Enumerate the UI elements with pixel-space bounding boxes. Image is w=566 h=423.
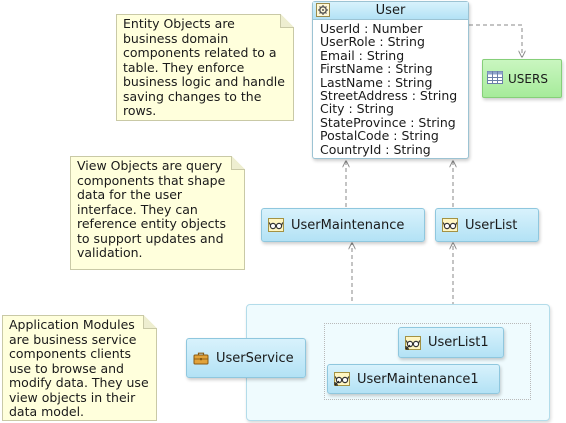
entity-header: User — [313, 2, 468, 20]
view-instance-label: UserMaintenance1 — [357, 371, 479, 387]
view-instance-icon — [334, 372, 350, 386]
entity-object-user[interactable]: User UserId : Number UserRole : String E… — [312, 1, 469, 159]
entity-attribute: FirstName : String — [320, 61, 433, 77]
entity-title: User — [375, 3, 406, 18]
entity-attribute: UserId : Number — [320, 21, 423, 36]
view-object-user-list[interactable]: UserList — [435, 208, 539, 242]
entity-attribute: LastName : String — [320, 74, 433, 90]
entity-attribute: PostalCode : String — [320, 128, 439, 144]
view-object-label: UserList — [465, 217, 518, 233]
app-note-text: Application Modules are business service… — [9, 317, 149, 419]
table-label: USERS — [508, 71, 548, 86]
table-grid-icon — [487, 70, 503, 87]
note-fold — [143, 315, 157, 329]
gear-entity-icon — [316, 3, 330, 22]
view-note-text: View Objects are query components that s… — [77, 158, 226, 260]
application-modules-note: Application Modules are business service… — [2, 315, 157, 421]
entity-to-table-connector — [469, 24, 522, 57]
view-object-user-maintenance[interactable]: UserMaintenance — [261, 208, 425, 242]
view-object-glasses-icon — [442, 218, 458, 232]
note-fold — [280, 14, 294, 28]
entity-attribute: CountryId : String — [320, 141, 431, 157]
entity-attribute: UserRole : String — [320, 34, 425, 50]
briefcase-icon — [193, 352, 209, 365]
application-module-user-service[interactable]: UserService — [186, 338, 306, 378]
entity-attribute-list: UserId : Number UserRole : String Email … — [313, 20, 468, 156]
entity-attribute: Email : String — [320, 47, 405, 63]
view-instance-label: UserList1 — [428, 335, 489, 350]
entity-attribute: City : String — [320, 101, 394, 117]
view-objects-note: View Objects are query components that s… — [70, 156, 245, 270]
app-module-label: UserService — [216, 350, 294, 366]
entity-objects-note: Entity Objects are business domain compo… — [116, 14, 294, 121]
entity-attribute: StateProvince : String — [320, 114, 456, 130]
entity-attribute: StreetAddress : String — [320, 88, 458, 104]
view-instance-user-list1[interactable]: UserList1 — [398, 327, 504, 358]
view-object-label: UserMaintenance — [291, 217, 405, 233]
view-instance-icon — [405, 335, 421, 350]
entity-note-text: Entity Objects are business domain compo… — [123, 16, 285, 118]
view-object-glasses-icon — [268, 218, 284, 232]
view-instance-user-maintenance1[interactable]: UserMaintenance1 — [327, 364, 500, 394]
note-fold — [231, 156, 245, 170]
database-table-users[interactable]: USERS — [482, 59, 562, 98]
